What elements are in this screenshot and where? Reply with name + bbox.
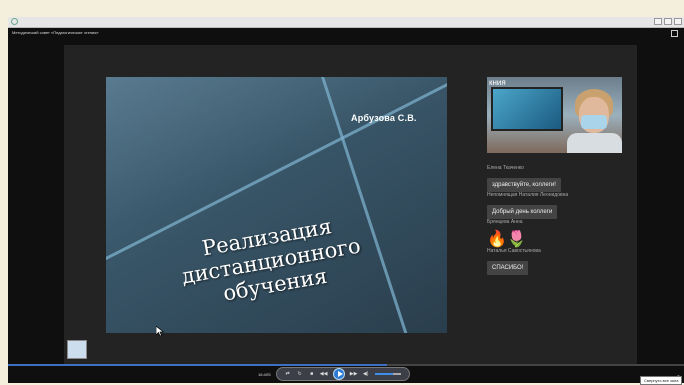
chat-panel: Елена Ткаченко здравствуйте, коллеги! Не… [487, 165, 627, 275]
volume-slider-fill [374, 373, 393, 375]
webcam-person-body [567, 133, 622, 153]
video-thumbnail[interactable] [67, 340, 87, 359]
chat-message: СПАСИБО! [487, 261, 529, 275]
webcam-feed: кния [487, 77, 622, 153]
time-display: 16:4Л5 [258, 371, 271, 377]
webcam-overlay-text: кния [489, 78, 506, 87]
chat-author: Елена Ткаченко [487, 165, 524, 171]
slide-author: Арбузова С.В. [351, 113, 417, 123]
chat-author: Непомнящая Наталия Леонидовна [487, 192, 569, 198]
video-title: Методический совет «Педагогические чтени… [12, 30, 99, 35]
volume-slider[interactable] [374, 373, 401, 375]
chat-author: Наталья Савостьянова [487, 248, 541, 254]
maximize-button[interactable] [664, 18, 672, 25]
window-titlebar [8, 17, 684, 28]
chat-entry: Елена Ткаченко здравствуйте, коллеги! [487, 165, 627, 192]
player-controls: 16:4Л5 ⇄ ↻ ■ ◀◀ ▶▶ ◀) [258, 367, 410, 381]
play-icon[interactable] [332, 368, 345, 380]
rewind-icon[interactable]: ◀◀ [318, 368, 330, 380]
chat-emoji-message: 🔥🌷 [487, 231, 527, 248]
presentation-slide: Арбузова С.В. Реализация дистанционного … [106, 77, 447, 333]
seek-bar[interactable] [8, 364, 684, 366]
stop-icon[interactable]: ■ [306, 368, 318, 380]
control-bar: ⇄ ↻ ■ ◀◀ ▶▶ ◀) [275, 367, 410, 381]
media-player: Методический совет «Педагогические чтени… [8, 28, 684, 383]
webcam-background-screen [491, 87, 563, 131]
chat-entry: Наталья Савостьянова СПАСИБО! [487, 248, 627, 275]
chat-entry: Брянцева Анна 🔥🌷 [487, 219, 627, 248]
volume-icon[interactable]: ◀) [360, 368, 372, 380]
fullscreen-icon[interactable] [671, 30, 678, 37]
shuffle-icon[interactable]: ⇄ [282, 368, 294, 380]
fast-forward-icon[interactable]: ▶▶ [348, 368, 360, 380]
chat-message: Добрый день коллеги [487, 205, 558, 219]
chat-message: здравствуйте, коллеги! [487, 178, 561, 192]
close-button[interactable] [674, 18, 682, 25]
seek-bar-fill [8, 364, 387, 366]
minimize-button[interactable] [654, 18, 662, 25]
tooltip: Свернуть все окна [640, 376, 683, 385]
chat-entry: Непомнящая Наталия Леонидовна Добрый ден… [487, 192, 627, 219]
repeat-icon[interactable]: ↻ [294, 368, 306, 380]
app-icon [11, 18, 18, 25]
face-mask [581, 115, 607, 129]
chat-author: Брянцева Анна [487, 219, 523, 225]
video-area[interactable]: Арбузова С.В. Реализация дистанционного … [64, 45, 637, 365]
